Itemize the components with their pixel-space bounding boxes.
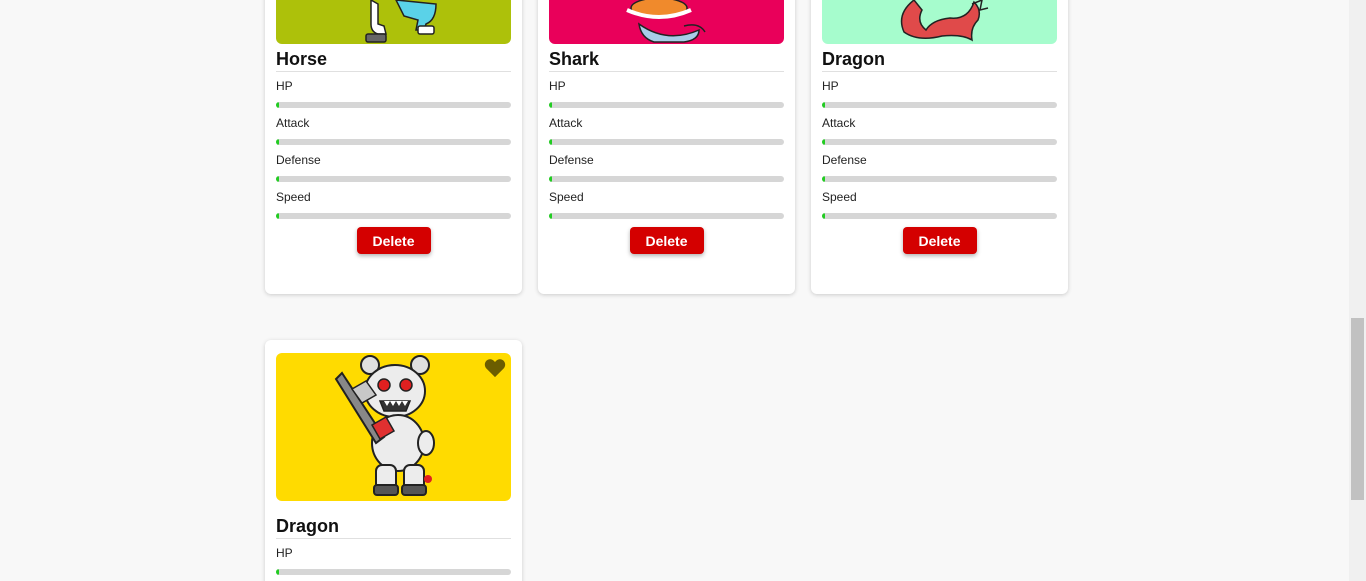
stat-bar-fill	[276, 213, 280, 219]
stat-label: Speed	[276, 190, 311, 204]
stat-bar-fill	[549, 102, 553, 108]
creature-name: Dragon	[276, 511, 511, 539]
stat-bar	[822, 213, 1057, 219]
stat-label: HP	[276, 79, 293, 93]
stat-bar-fill	[549, 213, 553, 219]
stat-bar	[276, 569, 511, 575]
stat-label: HP	[276, 546, 293, 560]
stat-bar	[822, 102, 1057, 108]
stat-label: Speed	[549, 190, 584, 204]
stat-bar	[549, 213, 784, 219]
stat-bar-fill	[549, 176, 553, 182]
stat-bar	[822, 139, 1057, 145]
creature-image	[822, 0, 1057, 44]
stat-label: Speed	[822, 190, 857, 204]
stat-bar-fill	[276, 569, 280, 575]
creature-card-dragon: Dragon HP Attack Defense Speed Delete	[811, 0, 1068, 294]
stat-bar-fill	[276, 139, 280, 145]
delete-button[interactable]: Delete	[629, 227, 704, 254]
creature-image	[276, 353, 511, 501]
stat-label: Defense	[549, 153, 594, 167]
creature-image	[276, 0, 511, 44]
delete-button[interactable]: Delete	[902, 227, 977, 254]
stat-bar-fill	[276, 176, 280, 182]
creature-image	[549, 0, 784, 44]
stat-bar-fill	[822, 102, 826, 108]
stats-list: HP Attack Defense Speed	[822, 79, 1057, 219]
stat-label: HP	[822, 79, 839, 93]
stats-list: HP Attack Defense Speed	[276, 79, 511, 219]
stat-label: Attack	[822, 116, 856, 130]
stats-list: HP	[276, 546, 511, 575]
stat-bar	[549, 102, 784, 108]
stat-label: Attack	[549, 116, 583, 130]
creature-name: Shark	[549, 44, 784, 72]
creature-name: Dragon	[822, 44, 1057, 72]
scrollbar-thumb[interactable]	[1351, 318, 1364, 500]
stat-bar	[549, 139, 784, 145]
stat-bar-fill	[549, 139, 553, 145]
stat-bar-fill	[822, 176, 826, 182]
stat-label: Defense	[276, 153, 321, 167]
stat-bar	[276, 176, 511, 182]
stat-bar	[276, 102, 511, 108]
stat-bar	[822, 176, 1057, 182]
stat-bar	[276, 139, 511, 145]
stat-bar	[549, 176, 784, 182]
creature-name: Horse	[276, 44, 511, 72]
stat-bar-fill	[822, 139, 826, 145]
creature-card-horse: Horse HP Attack Defense Speed Delete	[265, 0, 522, 294]
stats-list: HP Attack Defense Speed	[549, 79, 784, 219]
heart-icon[interactable]	[484, 358, 506, 378]
page-scrollbar[interactable]	[1349, 0, 1366, 581]
stat-label: Attack	[276, 116, 310, 130]
stat-bar-fill	[276, 102, 280, 108]
stat-label: Defense	[822, 153, 867, 167]
stat-label: HP	[549, 79, 566, 93]
stat-bar	[276, 213, 511, 219]
creature-card-dragon-2: Dragon HP	[265, 340, 522, 581]
creature-card-shark: Shark HP Attack Defense Speed Delete	[538, 0, 795, 294]
delete-button[interactable]: Delete	[356, 227, 431, 254]
stat-bar-fill	[822, 213, 826, 219]
